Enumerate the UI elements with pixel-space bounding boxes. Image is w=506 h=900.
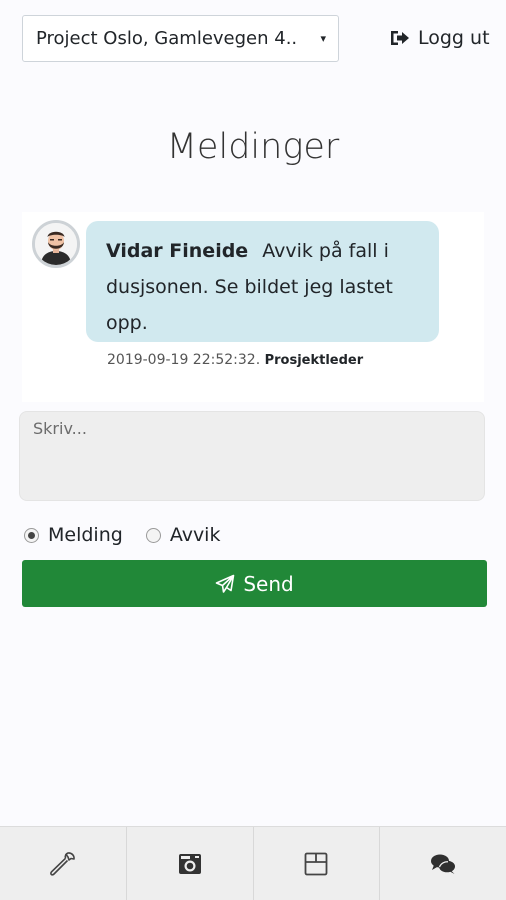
wrench-icon	[49, 851, 75, 876]
box-icon	[304, 852, 328, 875]
radio-melding-indicator[interactable]	[24, 527, 39, 543]
message-author: Vidar Fineide	[106, 240, 249, 262]
sign-out-icon	[391, 31, 409, 45]
messages-page: Project Oslo, Gamlevegen 4.. ▾ Logg ut M…	[0, 0, 506, 900]
message-meta: 2019-09-19 22:52:32. Prosjektleder	[107, 352, 363, 368]
message-input[interactable]	[19, 411, 485, 501]
message-role: Prosjektleder	[264, 353, 364, 368]
nav-camera[interactable]	[127, 827, 254, 900]
logout-label: Logg ut	[418, 27, 490, 49]
nav-tools[interactable]	[0, 827, 127, 900]
avatar	[32, 220, 80, 268]
paper-plane-icon	[216, 574, 235, 593]
comments-icon	[431, 854, 456, 874]
nav-messages[interactable]	[380, 827, 506, 900]
message-bubble: Vidar Fineide Avvik på fall i dusjsonen. …	[86, 221, 439, 342]
page-title: Meldinger	[166, 127, 340, 167]
radio-melding-label: Melding	[48, 524, 123, 546]
bottom-nav	[0, 826, 506, 900]
radio-avvik-indicator[interactable]	[145, 527, 161, 543]
radio-avvik-label: Avvik	[169, 524, 221, 546]
project-select-value: Project Oslo, Gamlevegen 4..	[36, 28, 298, 49]
message-type-radio-group: Melding Avvik	[24, 522, 243, 548]
radio-melding[interactable]: Melding	[24, 524, 123, 546]
message-list: Vidar Fineide Avvik på fall i dusjsonen. …	[22, 212, 484, 402]
send-button[interactable]: Send	[22, 560, 487, 607]
logout-button[interactable]: Logg ut	[389, 24, 506, 52]
radio-avvik[interactable]: Avvik	[145, 524, 221, 546]
chevron-down-icon: ▾	[320, 32, 326, 45]
send-label: Send	[243, 571, 294, 596]
nav-box[interactable]	[254, 827, 381, 900]
project-select[interactable]: Project Oslo, Gamlevegen 4.. ▾	[22, 15, 339, 62]
message-timestamp: 2019-09-19 22:52:32.	[107, 352, 261, 368]
user-avatar-icon	[35, 223, 77, 265]
camera-icon	[178, 853, 201, 874]
